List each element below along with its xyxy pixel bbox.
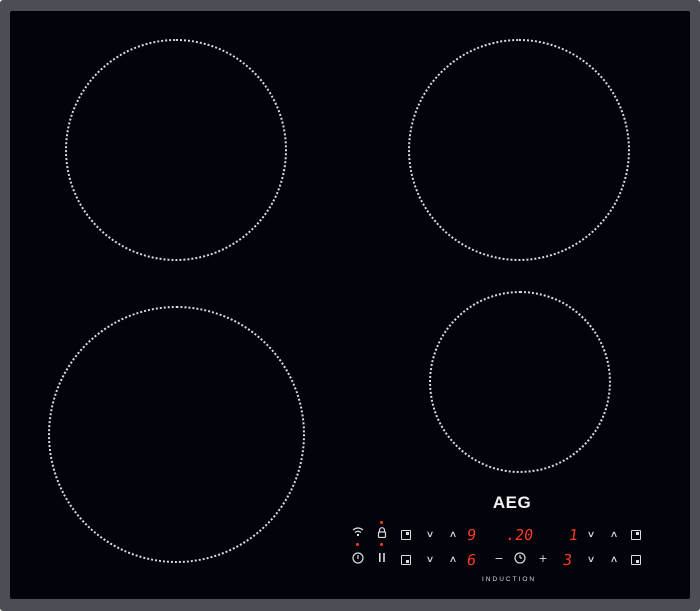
lock-indicator (380, 521, 383, 524)
induction-label: INDUCTION (482, 576, 537, 583)
pause-icon (379, 553, 385, 562)
rear-right-up-button[interactable]: ∧ (607, 529, 621, 540)
hob2hood-indicator (356, 543, 359, 546)
front-left-down-button[interactable]: ∨ (423, 554, 437, 565)
hob2hood-button[interactable] (351, 527, 365, 541)
rear-right-down-button[interactable]: ∨ (584, 529, 598, 540)
rear-right-zone-select-icon[interactable] (631, 530, 641, 540)
clock-icon (514, 552, 526, 564)
cooktop-frame: AEG INDUCTION ∨ ∧ 9 .20 1 ∨ ∧ ∨ ∧ 6 − + … (0, 0, 700, 611)
aeg-logo: AEG (492, 493, 532, 512)
timer-minus-button[interactable]: − (492, 552, 506, 566)
timer-plus-button[interactable]: + (536, 552, 550, 566)
timer-display: .20 (504, 526, 535, 544)
rear-left-zone-select-icon[interactable] (401, 530, 411, 540)
lock-button[interactable] (375, 527, 389, 541)
timer-button[interactable] (513, 552, 527, 566)
rear-left-down-button[interactable]: ∨ (423, 529, 437, 540)
front-right-down-button[interactable]: ∨ (584, 554, 598, 565)
lock-icon (377, 527, 387, 539)
pause-button[interactable] (375, 552, 389, 566)
wifi-icon (352, 527, 364, 536)
front-left-zone-select-icon[interactable] (401, 555, 411, 565)
front-right-zone-select-icon[interactable] (631, 555, 641, 565)
rear-left-zone (65, 39, 287, 261)
front-left-zone (48, 306, 305, 563)
front-right-zone (429, 291, 611, 473)
front-left-up-button[interactable]: ∧ (446, 554, 460, 565)
rear-right-zone (408, 39, 630, 261)
rear-left-up-button[interactable]: ∧ (446, 529, 460, 540)
front-right-up-button[interactable]: ∧ (607, 554, 621, 565)
power-icon (352, 552, 364, 564)
pause-indicator (380, 543, 383, 546)
power-button[interactable] (351, 552, 365, 566)
